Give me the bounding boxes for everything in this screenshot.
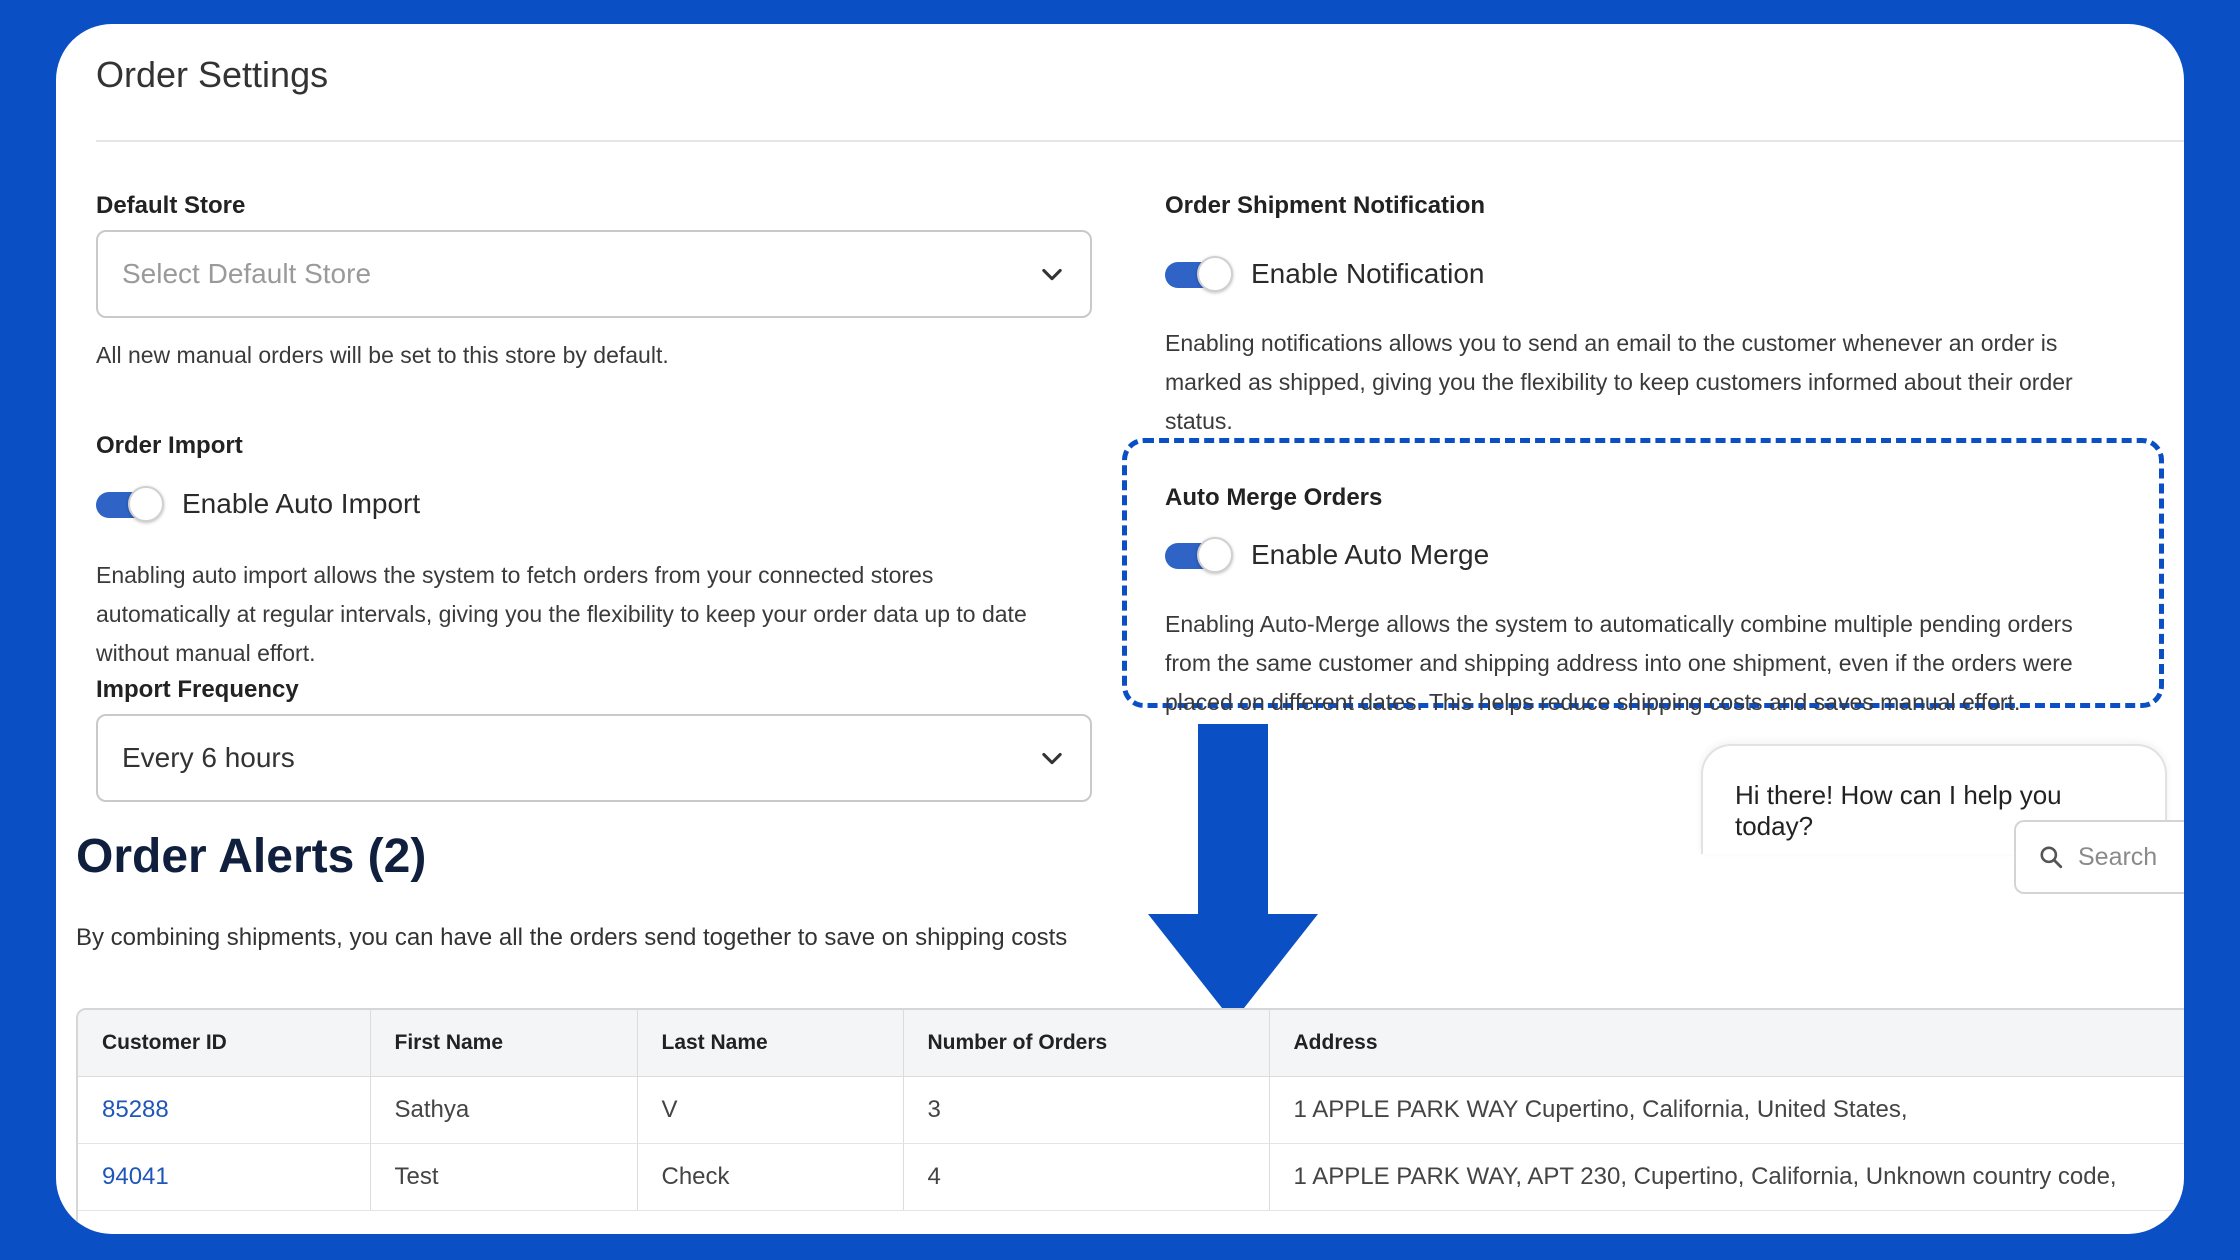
default-store-select[interactable]: Select Default Store bbox=[96, 230, 1092, 318]
import-frequency-value: Every 6 hours bbox=[122, 742, 295, 773]
toggle-knob bbox=[1197, 537, 1233, 573]
table-row[interactable]: 94041 Test Check 4 1 APPLE PARK WAY, APT… bbox=[78, 1143, 2184, 1211]
chevron-down-icon bbox=[1042, 268, 1062, 281]
table-row[interactable]: 85288 Sathya V 3 1 APPLE PARK WAY Cupert… bbox=[78, 1076, 2184, 1144]
chat-message: Hi there! How can I help you today? bbox=[1735, 780, 2062, 841]
import-frequency-select[interactable]: Every 6 hours bbox=[96, 714, 1092, 802]
first-name-cell: Test bbox=[370, 1143, 638, 1211]
column-header-customer-id[interactable]: Customer ID bbox=[78, 1010, 371, 1077]
chevron-down-icon bbox=[1042, 752, 1062, 765]
notification-toggle[interactable] bbox=[1165, 256, 1233, 292]
auto-merge-label: Auto Merge Orders bbox=[1165, 484, 1383, 511]
order-count-cell: 4 bbox=[903, 1143, 1270, 1211]
address-cell: 1 APPLE PARK WAY Cupertino, California, … bbox=[1269, 1076, 2184, 1144]
column-header-number-of-orders[interactable]: Number of Orders bbox=[903, 1010, 1270, 1077]
auto-import-toggle[interactable] bbox=[96, 486, 164, 522]
order-import-label: Order Import bbox=[96, 432, 243, 459]
default-store-label: Default Store bbox=[96, 192, 246, 219]
helper-line: automatically at regular intervals, givi… bbox=[96, 601, 1027, 627]
search-input[interactable]: Search bbox=[2014, 820, 2184, 894]
default-store-helper: All new manual orders will be set to thi… bbox=[96, 342, 669, 368]
last-name-cell: V bbox=[637, 1076, 904, 1144]
notification-toggle-label: Enable Notification bbox=[1251, 258, 1485, 289]
page-title: Order Settings bbox=[96, 54, 329, 95]
column-header-last-name[interactable]: Last Name bbox=[637, 1010, 904, 1077]
auto-merge-helper: Enabling Auto-Merge allows the system to… bbox=[1165, 605, 2073, 722]
auto-import-toggle-label: Enable Auto Import bbox=[182, 488, 421, 519]
helper-line: Enabling auto import allows the system t… bbox=[96, 562, 934, 588]
helper-line: status. bbox=[1165, 408, 1233, 434]
order-import-helper: Enabling auto import allows the system t… bbox=[96, 556, 1027, 673]
shipment-notification-label: Order Shipment Notification bbox=[1165, 192, 1486, 219]
toggle-knob bbox=[1197, 256, 1233, 292]
alerts-title: Order Alerts (2) bbox=[76, 830, 427, 883]
first-name-cell: Sathya bbox=[370, 1076, 638, 1144]
column-header-address[interactable]: Address bbox=[1269, 1010, 2184, 1077]
notification-helper: Enabling notifications allows you to sen… bbox=[1165, 324, 2073, 441]
toggle-knob bbox=[128, 486, 164, 522]
table-header-row: Customer ID First Name Last Name Number … bbox=[78, 1010, 2184, 1077]
import-frequency-label: Import Frequency bbox=[96, 676, 299, 703]
auto-merge-toggle-label: Enable Auto Merge bbox=[1251, 539, 1490, 570]
search-icon bbox=[2040, 846, 2063, 869]
helper-line: from the same customer and shipping addr… bbox=[1165, 650, 2073, 676]
address-cell: 1 APPLE PARK WAY, APT 230, Cupertino, Ca… bbox=[1269, 1143, 2184, 1211]
customer-id-link[interactable]: 94041 bbox=[78, 1143, 371, 1211]
helper-line: placed on different dates. This helps re… bbox=[1165, 689, 2021, 715]
column-header-first-name[interactable]: First Name bbox=[370, 1010, 638, 1077]
title-divider bbox=[96, 140, 2184, 142]
search-placeholder: Search bbox=[2078, 842, 2158, 871]
auto-merge-toggle[interactable] bbox=[1165, 537, 1233, 573]
customer-id-link[interactable]: 85288 bbox=[78, 1076, 371, 1144]
settings-card: Order Settings Default Store Select Defa… bbox=[56, 24, 2184, 1234]
helper-line: without manual effort. bbox=[96, 640, 316, 666]
notification-toggle-row: Enable Notification bbox=[1165, 256, 1484, 292]
helper-line: Enabling notifications allows you to sen… bbox=[1165, 330, 2058, 356]
default-store-placeholder: Select Default Store bbox=[122, 258, 372, 289]
last-name-cell: Check bbox=[637, 1143, 904, 1211]
helper-line: marked as shipped, giving you the flexib… bbox=[1165, 369, 2073, 395]
alerts-table: Customer ID First Name Last Name Number … bbox=[76, 1008, 2184, 1234]
auto-import-toggle-row: Enable Auto Import bbox=[96, 486, 420, 522]
order-count-cell: 3 bbox=[903, 1076, 1270, 1144]
auto-merge-toggle-row: Enable Auto Merge bbox=[1165, 537, 1489, 573]
helper-line: Enabling Auto-Merge allows the system to… bbox=[1165, 611, 2073, 637]
down-arrow-icon bbox=[1148, 724, 1318, 1022]
alerts-subtitle: By combining shipments, you can have all… bbox=[76, 924, 1068, 951]
